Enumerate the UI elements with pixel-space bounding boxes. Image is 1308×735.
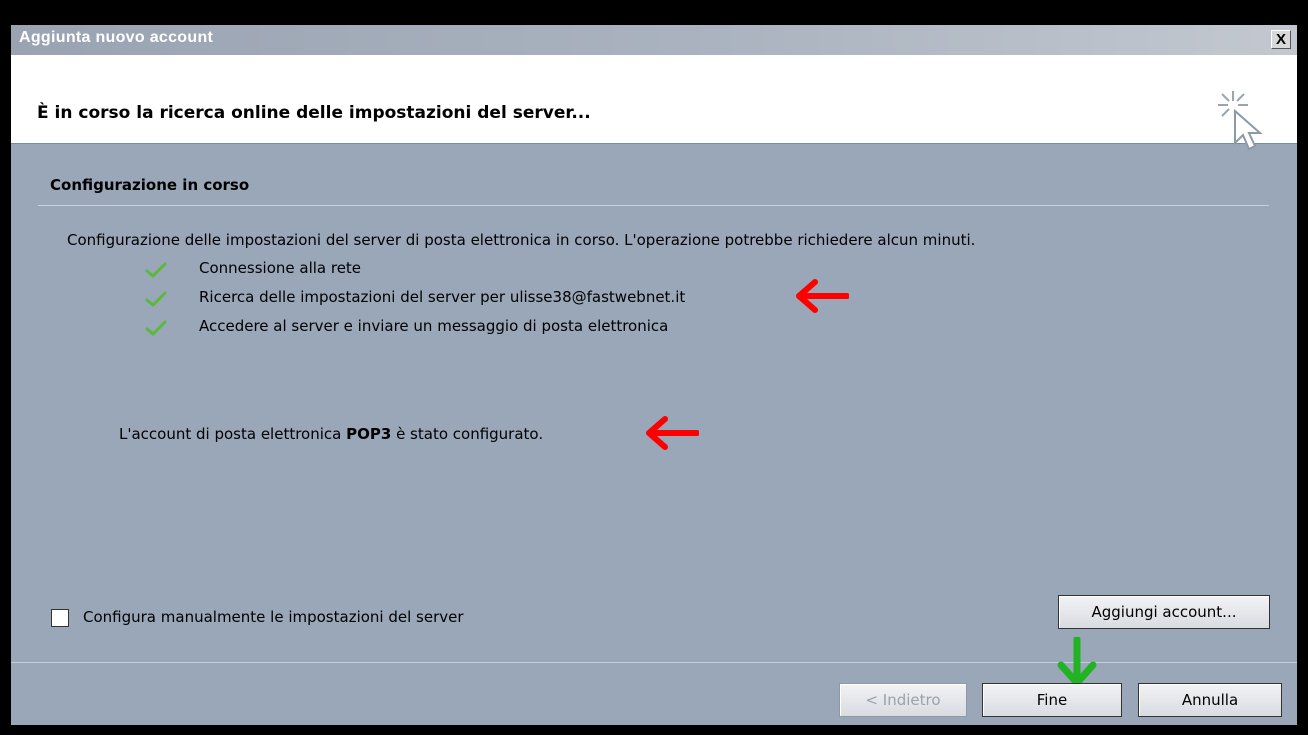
- manual-config-label[interactable]: Configura manualmente le impostazioni de…: [83, 608, 464, 626]
- status-prefix: L'account di posta elettronica: [119, 425, 347, 443]
- add-account-button[interactable]: Aggiungi account...: [1058, 595, 1270, 629]
- divider: [11, 662, 1297, 663]
- status-protocol: POP3: [346, 425, 392, 443]
- add-account-dialog: Aggiunta nuovo account X È in corso la r…: [11, 25, 1297, 725]
- searching-cursor-icon: [1218, 91, 1263, 151]
- status-suffix: è stato configurato.: [391, 425, 544, 443]
- checkmark-icon: [145, 262, 167, 279]
- wizard-header: È in corso la ricerca online delle impos…: [11, 55, 1297, 151]
- cancel-button[interactable]: Annulla: [1138, 683, 1282, 717]
- red-arrow-icon: [796, 279, 849, 313]
- title-bar[interactable]: Aggiunta nuovo account X: [11, 25, 1297, 55]
- section-title: Configurazione in corso: [50, 176, 250, 194]
- close-button[interactable]: X: [1271, 30, 1291, 49]
- progress-description: Configurazione delle impostazioni del se…: [67, 231, 976, 249]
- step-label: Connessione alla rete: [199, 259, 362, 277]
- step-label: Ricerca delle impostazioni del server pe…: [199, 288, 686, 306]
- finish-button[interactable]: Fine: [982, 683, 1122, 717]
- window-title: Aggiunta nuovo account: [19, 29, 214, 46]
- step-label: Accedere al server e inviare un messaggi…: [199, 317, 669, 335]
- status-message: L'account di posta elettronica POP3 è st…: [119, 425, 543, 443]
- checkmark-icon: [145, 291, 167, 308]
- green-arrow-icon: [1057, 637, 1097, 687]
- back-button[interactable]: < Indietro: [839, 683, 967, 717]
- manual-config-checkbox[interactable]: [51, 609, 69, 627]
- red-arrow-icon: [646, 416, 699, 450]
- checkmark-icon: [145, 320, 167, 337]
- header-title: È in corso la ricerca online delle impos…: [37, 103, 591, 123]
- divider: [38, 205, 1269, 206]
